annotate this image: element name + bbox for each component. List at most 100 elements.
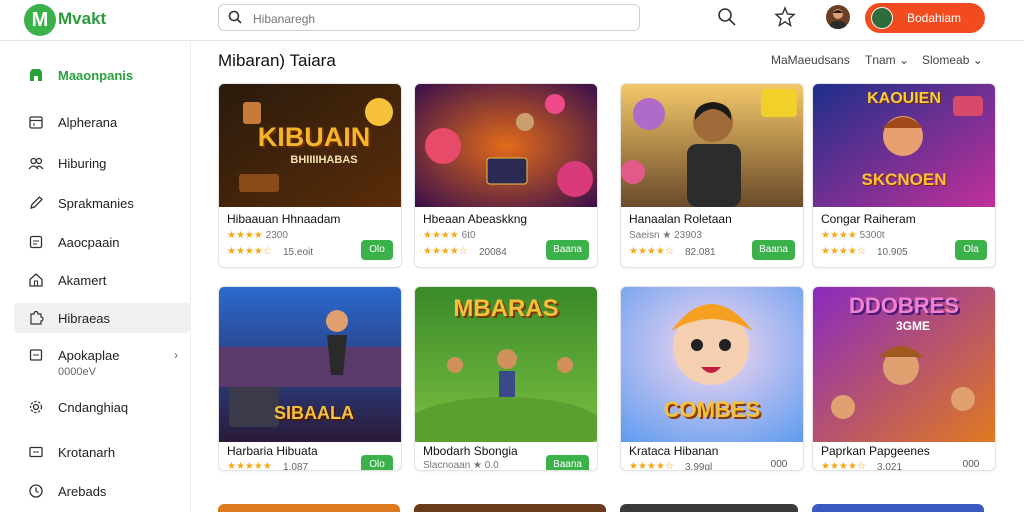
download-count: 82.081: [685, 247, 716, 258]
sidebar-item-history[interactable]: Arebads: [14, 476, 190, 506]
rating-stars: ★★★★: [423, 230, 459, 241]
game-title[interactable]: Congar Raiheram: [821, 212, 916, 226]
game-card[interactable]: Hbeaan Abeaskkng ★★★★ 6t0 ★★★★☆ 20084 Ba…: [414, 83, 598, 268]
game-card[interactable]: SIBAALA Harbaria Hibuata ★★★★★ 1.087 Olo: [218, 286, 402, 471]
game-logo-text: KAOUIEN: [867, 90, 941, 107]
game-logo-text: COMBES: [663, 397, 761, 422]
more-button[interactable]: 000: [955, 455, 987, 470]
game-logo-text: DDOBRES: [848, 293, 959, 318]
sidebar-item-label: Hibraeas: [58, 311, 111, 326]
rating-stars: ★★★★: [227, 230, 263, 241]
game-title[interactable]: Mbodarh Sbongia: [423, 444, 518, 458]
game-card[interactable]: MBARAS Mbodarh Sbongia Slacnoaan ★ 0.0 B…: [414, 286, 598, 471]
play-button[interactable]: Olo: [361, 240, 393, 260]
game-meta: ★★★★ 5300t: [821, 230, 885, 241]
rating-stars: ★★★★: [821, 230, 857, 241]
sidebar-item-label: Maaonpanis: [58, 68, 134, 83]
game-logo-text: MBARAS: [453, 295, 559, 322]
rating-stars: ★★★★☆: [227, 246, 272, 257]
sidebar-item-settings[interactable]: Cndanghiaq: [14, 392, 190, 422]
game-card[interactable]: KIBUAIN BHIIIIHABAS Hibaauan Hhnaadam ★★…: [218, 83, 402, 268]
game-logo-text: KIBUAIN: [257, 122, 371, 152]
rating-stars: ★★★★☆: [821, 461, 866, 471]
sidebar-item-label: Hiburing: [58, 156, 107, 171]
game-meta: ★★★★ 6t0: [423, 230, 476, 241]
sidebar-item-puzzle[interactable]: Hibraeas: [14, 303, 190, 333]
game-card[interactable]: DDOBRES 3GME Paprkan Papgeenes ★★★★☆ 3.0…: [812, 286, 996, 471]
calendar-icon: [29, 116, 43, 129]
clock-icon: [29, 484, 43, 498]
game-title[interactable]: Hibaauan Hhnaadam: [227, 212, 340, 226]
play-button[interactable]: Olo: [361, 455, 393, 470]
download-count: 3.021: [877, 462, 903, 471]
download-count: 15.eoit: [283, 247, 314, 258]
sidebar-item-store[interactable]: Maaonpanis: [14, 60, 190, 90]
game-card[interactable]: KAOUIEN SKCNOEN Congar Raiheram ★★★★ 530…: [812, 83, 996, 268]
sidebar-item-apps[interactable]: Apokaplae 0000eV ›: [14, 340, 190, 384]
game-card-partial[interactable]: [414, 504, 606, 512]
game-meta-text: 5300t: [859, 230, 885, 241]
store-icon: [30, 69, 42, 81]
game-thumbnail: [415, 84, 597, 207]
game-title[interactable]: Harbaria Hibuata: [227, 444, 318, 458]
search-icon: [228, 10, 242, 24]
play-button[interactable]: Baana: [546, 455, 589, 470]
play-button[interactable]: Baana: [546, 240, 589, 260]
download-count: 10.905: [877, 247, 908, 258]
game-meta: Saeisn ★ 23903: [629, 230, 702, 241]
game-card[interactable]: Hanaalan Roletaan Saeisn ★ 23903 ★★★★☆ 8…: [620, 83, 804, 268]
gear-icon: [29, 400, 43, 414]
game-logo-subtext: BHIIIIHABAS: [290, 154, 358, 166]
document-icon: [29, 235, 43, 249]
more-button[interactable]: 000: [763, 455, 795, 470]
sidebar-item-document[interactable]: Aaocpaain: [14, 227, 190, 257]
game-logo-subtext: 3GME: [895, 319, 930, 333]
search-icon[interactable]: [716, 6, 738, 28]
app-logo[interactable]: M: [24, 4, 56, 36]
game-meta-text: 6t0: [461, 230, 476, 241]
sidebar-item-home[interactable]: Akamert: [14, 265, 190, 295]
filter-sort[interactable]: MaMaeudsans: [771, 53, 850, 67]
game-title[interactable]: Krataca Hibanan: [629, 444, 718, 458]
sidebar-item-label: Sprakmanies: [58, 196, 134, 211]
avatar[interactable]: [826, 5, 850, 29]
pencil-icon: [30, 196, 43, 209]
star-icon[interactable]: [774, 6, 796, 28]
game-title[interactable]: Hbeaan Abeaskkng: [423, 212, 527, 226]
chevron-down-icon: ⌄: [972, 53, 983, 67]
download-count: 20084: [479, 247, 507, 258]
chevron-right-icon[interactable]: ›: [174, 348, 178, 362]
play-button[interactable]: Baana: [752, 240, 795, 260]
sidebar-item-label: Alpherana: [58, 115, 118, 130]
game-meta: ★★★★ 2300: [227, 230, 288, 241]
sidebar-item-people[interactable]: Hiburing: [14, 148, 190, 178]
sidebar-item-mail[interactable]: Krotanarh: [14, 437, 190, 467]
app-name[interactable]: Mvakt: [58, 9, 106, 29]
sidebar-item-calendar[interactable]: Alpherana: [14, 107, 190, 137]
search-bar[interactable]: [218, 4, 640, 31]
download-count: 3.99gl: [685, 462, 713, 471]
game-card[interactable]: COMBES Krataca Hibanan ★★★★☆ 3.99gl 000: [620, 286, 804, 471]
game-card-partial[interactable]: [812, 504, 984, 512]
game-title[interactable]: Paprkan Papgeenes: [821, 444, 930, 458]
profile-button-label: Bodahiam: [907, 11, 962, 25]
profile-button[interactable]: Bodahiam: [865, 3, 985, 33]
play-button[interactable]: Ola: [955, 240, 987, 260]
document-icon: [29, 349, 43, 361]
game-title[interactable]: Hanaalan Roletaan: [629, 212, 732, 226]
sidebar-item-sublabel: 0000eV: [58, 366, 96, 378]
game-logo-subtext: SKCNOEN: [861, 170, 947, 189]
home-icon: [29, 273, 43, 287]
sidebar: Maaonpanis Alpherana Hiburing Sprakmanie…: [0, 41, 191, 512]
filter-time[interactable]: Tnam ⌄: [865, 53, 909, 67]
chevron-down-icon: ⌄: [899, 53, 910, 67]
search-input[interactable]: [251, 8, 635, 30]
game-logo-text: SIBAALA: [274, 403, 354, 423]
game-card-partial[interactable]: [620, 504, 798, 512]
sidebar-item-edit[interactable]: Sprakmanies: [14, 188, 190, 218]
rating-stars: ★★★★☆: [629, 461, 674, 471]
filter-search[interactable]: Slomeab ⌄: [922, 53, 983, 67]
game-thumbnail: [621, 84, 803, 207]
game-card-partial[interactable]: [218, 504, 400, 512]
page-title: Mibaran) Taiara: [218, 51, 336, 70]
